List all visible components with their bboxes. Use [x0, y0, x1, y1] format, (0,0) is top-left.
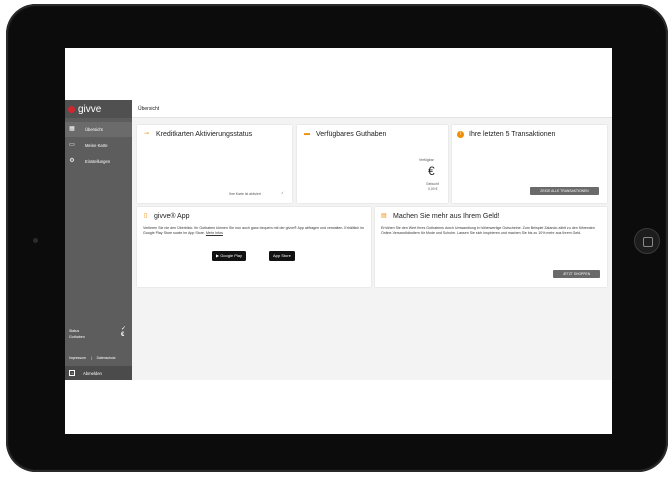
card-title: Machen Sie mehr aus Ihrem Geld! [393, 213, 500, 220]
activation-card: ⊸ Kreditkarten Aktivierungsstatus Ihre K… [137, 125, 292, 203]
transactions-card: i Ihre letzten 5 Transaktionen ZEIGE ALL… [452, 125, 607, 203]
logo[interactable]: givve [68, 104, 101, 115]
sidebar: givve ▦ Übersicht ▭ Meine Karte ⚙ Einste… [65, 100, 132, 380]
app-text: Verlieren Sie nie den Überblick: Ihr Gut… [143, 226, 364, 235]
balance-summary: Status Guthaben [69, 329, 85, 339]
app-description: Verlieren Sie nie den Überblick: Ihr Gut… [143, 226, 365, 235]
show-all-transactions-button[interactable]: ZEIGE ALLE TRANSAKTIONEN [530, 187, 599, 195]
page-title: Übersicht [138, 106, 160, 112]
euro-icon: € [121, 332, 125, 338]
google-play-badge[interactable]: ▶ Google Play [212, 251, 246, 261]
booked-value: 0,00 € [428, 187, 438, 191]
promo-card: ▤ Machen Sie mehr aus Ihrem Geld! Erhöhe… [375, 207, 607, 287]
footer-links: Impressum | Datenschutz [69, 356, 116, 360]
info-icon: i [457, 131, 464, 138]
more-info-link[interactable]: Mehr Infos [206, 231, 223, 235]
card-title: Verfügbares Guthaben [316, 131, 387, 138]
check-icon: ✓ [121, 326, 127, 332]
shop-now-button[interactable]: JETZT SHOPPEN [553, 270, 600, 278]
available-currency: € [428, 164, 435, 178]
sidebar-item-label: Einstellungen [85, 159, 111, 164]
app-card: ▯ givve® App Verlieren Sie nie den Überb… [137, 207, 371, 287]
promo-description: Erhöhen Sie den Wert Ihres Guthabens dur… [381, 226, 595, 235]
sidebar-item-label: Übersicht [85, 127, 103, 132]
sidebar-item-meine-karte[interactable]: ▭ Meine Karte [65, 138, 132, 153]
grid-icon: ▦ [69, 126, 75, 132]
card-icon: ▭ [69, 142, 75, 148]
available-label: Verfügbar [419, 158, 434, 162]
check-icon: ✓ [281, 191, 284, 195]
gear-icon: ⚙ [69, 158, 75, 164]
sidebar-item-einstellungen[interactable]: ⚙ Einstellungen [65, 154, 132, 169]
gift-icon: ▤ [381, 213, 387, 219]
logout-label: Abmelden [83, 371, 102, 376]
key-icon: ⊸ [144, 131, 150, 137]
logo-text: givve [78, 104, 102, 115]
wallet-icon: ▬ [304, 131, 310, 137]
home-button[interactable] [634, 228, 660, 254]
datenschutz-link[interactable]: Datenschutz [97, 356, 116, 360]
impressum-link[interactable]: Impressum [69, 356, 86, 360]
logo-icon [68, 106, 75, 113]
google-play-label: Google Play [220, 253, 242, 258]
status-area [65, 48, 612, 100]
divider: | [90, 356, 92, 360]
bottom-area [65, 380, 612, 434]
balance-card: ▬ Verfügbares Guthaben Verfügbar € Gebuc… [297, 125, 448, 203]
card-title: Kreditkarten Aktivierungsstatus [156, 131, 253, 138]
screen: givve ▦ Übersicht ▭ Meine Karte ⚙ Einste… [65, 48, 612, 434]
sidebar-item-uebersicht[interactable]: ▦ Übersicht [65, 122, 132, 137]
camera-icon [33, 238, 38, 243]
app-store-label: App Store [273, 253, 291, 258]
logout-button[interactable]: → Abmelden [65, 366, 132, 380]
card-title: Ihre letzten 5 Transaktionen [469, 131, 556, 138]
logo-bar: givve [65, 100, 132, 118]
card-title: givve® App [154, 213, 190, 220]
app-store-badge[interactable]: App Store [269, 251, 295, 261]
booked-label: Gebucht [426, 182, 439, 186]
page-header: Übersicht [132, 100, 612, 118]
sidebar-item-label: Meine Karte [85, 143, 108, 148]
activation-status: Ihre Karte ist aktiviert [229, 192, 261, 196]
logout-icon: → [69, 370, 75, 376]
main-content: Übersicht ⊸ Kreditkarten Aktivierungssta… [132, 100, 612, 380]
phone-icon: ▯ [144, 213, 148, 219]
